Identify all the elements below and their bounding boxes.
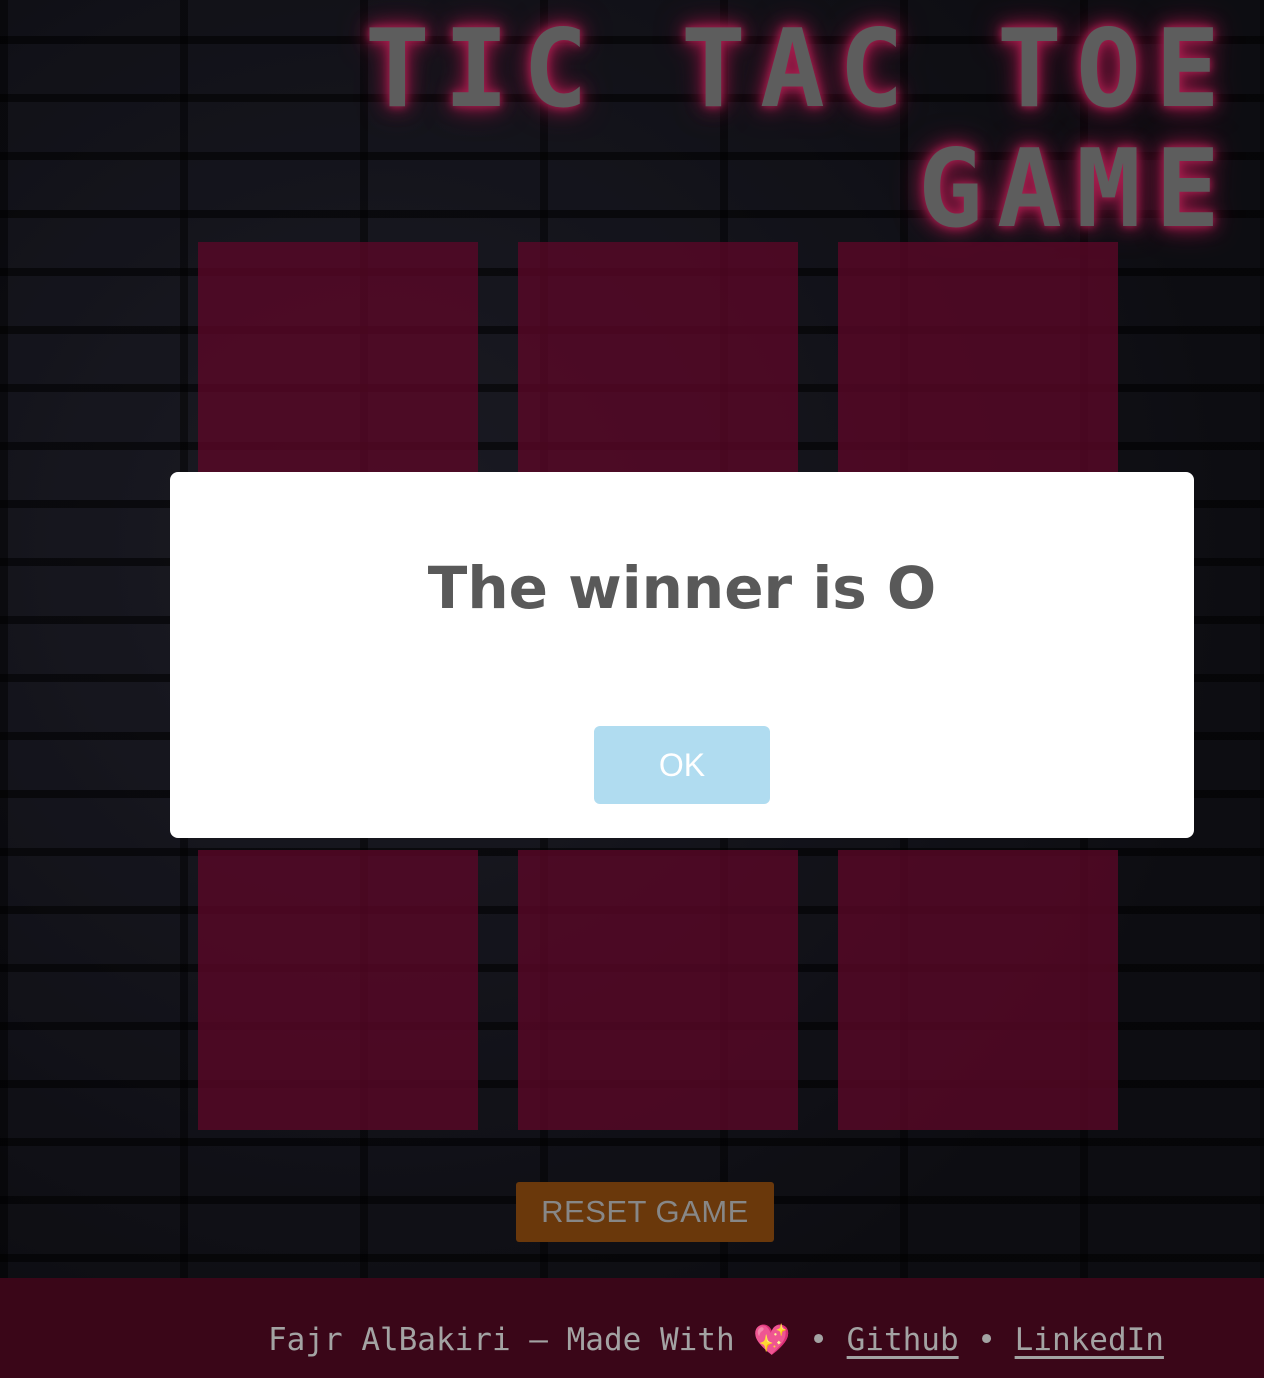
footer-author: Fajr AlBakiri	[268, 1322, 511, 1358]
heart-icon: 💖	[753, 1323, 791, 1358]
winner-message: The winner is O	[427, 554, 937, 622]
footer-separator: •	[790, 1322, 847, 1358]
footer-separator: •	[958, 1322, 1015, 1358]
game-page: { "header": { "title": "TIC TAC TOE GAME…	[0, 0, 1264, 1378]
footer-credits: Fajr AlBakiri – Made With 💖 • Github • L…	[268, 1322, 1164, 1358]
footer-made-with: – Made With	[510, 1322, 754, 1358]
github-link[interactable]: Github	[847, 1322, 959, 1358]
linkedin-link[interactable]: LinkedIn	[1015, 1322, 1164, 1358]
winner-dialog: The winner is O OK	[170, 472, 1194, 838]
ok-button[interactable]: OK	[594, 726, 770, 804]
